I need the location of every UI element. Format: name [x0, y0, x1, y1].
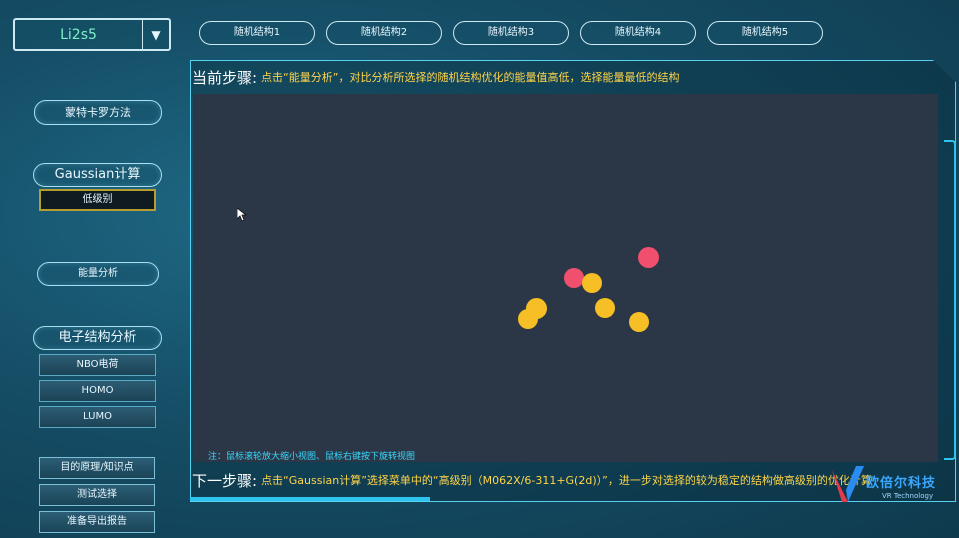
atom-s-3	[518, 309, 538, 329]
logo-mark-icon	[832, 466, 864, 502]
dropdown-arrow-icon[interactable]: ▼	[143, 28, 169, 42]
purpose-principles-button[interactable]: 目的原理/知识点	[39, 457, 155, 479]
nbo-charge-option[interactable]: NBO电荷	[39, 354, 156, 376]
panel-side-bracket	[944, 140, 956, 460]
logo-name: 欧倍尔科技	[866, 476, 937, 491]
low-level-option[interactable]: 低级别	[39, 189, 156, 211]
export-report-button[interactable]: 准备导出报告	[39, 511, 155, 533]
atom-li-1	[564, 268, 584, 288]
lumo-option[interactable]: LUMO	[39, 406, 156, 428]
tab-structure-4[interactable]: 随机结构4	[580, 21, 696, 45]
atom-s-5	[629, 312, 649, 332]
tab-structure-5[interactable]: 随机结构5	[707, 21, 823, 45]
logo-tagline: VR Technology	[882, 492, 934, 500]
panel-accent-bar	[190, 497, 430, 501]
homo-option[interactable]: HOMO	[39, 380, 156, 402]
tab-structure-1[interactable]: 随机结构1	[199, 21, 315, 45]
gaussian-button[interactable]: Gaussian计算	[33, 163, 162, 187]
atom-li-2	[638, 247, 659, 268]
tab-structure-3[interactable]: 随机结构3	[453, 21, 569, 45]
next-step-text: 点击“Gaussian计算”选择菜单中的“高级别（M062X/6-311+G(2…	[261, 474, 872, 487]
next-step-label: 下一步骤:	[192, 471, 258, 490]
mouse-cursor-icon	[237, 208, 247, 222]
company-logo: 欧倍尔科技 VR Technology	[828, 460, 958, 508]
current-step-text: 点击“能量分析”，对比分析所选择的随机结构优化的能量值高低，选择能量最低的结构	[261, 71, 680, 84]
viewport-hint: 注：鼠标滚轮放大缩小视图、鼠标右键按下旋转视图	[208, 452, 416, 462]
monte-carlo-button[interactable]: 蒙特卡罗方法	[34, 100, 162, 125]
tab-structure-2[interactable]: 随机结构2	[326, 21, 442, 45]
current-step-label: 当前步骤:	[192, 68, 258, 87]
atom-s-4	[595, 298, 615, 318]
current-step: 当前步骤: 点击“能量分析”，对比分析所选择的随机结构优化的能量值高低，选择能量…	[192, 64, 952, 90]
molecule-select[interactable]: Li2s5 ▼	[13, 18, 171, 51]
test-select-button[interactable]: 测试选择	[39, 484, 155, 506]
atom-s-1	[582, 273, 602, 293]
molecule-select-value: Li2s5	[60, 26, 97, 43]
molecule-viewport[interactable]	[193, 94, 938, 462]
electronic-structure-button[interactable]: 电子结构分析	[33, 326, 162, 350]
energy-analysis-button[interactable]: 能量分析	[37, 262, 159, 286]
